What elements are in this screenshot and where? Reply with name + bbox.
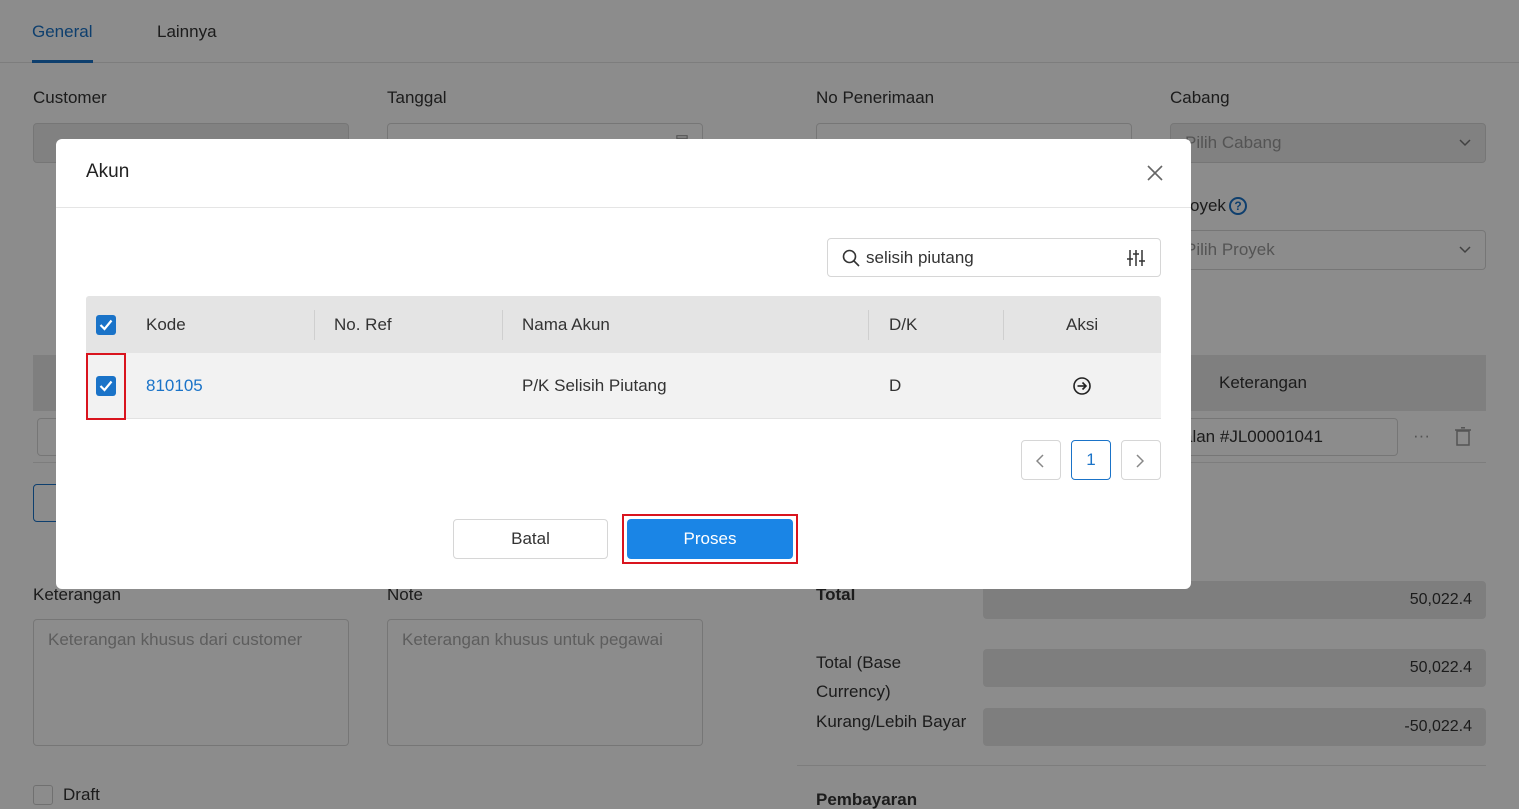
no-ref-column-header[interactable]: No. Ref	[334, 315, 392, 335]
check-icon	[99, 319, 113, 331]
column-separator	[314, 310, 315, 340]
select-all-checkbox[interactable]	[96, 315, 116, 335]
column-separator	[868, 310, 869, 340]
row-dk: D	[889, 376, 902, 395]
search-input[interactable]	[866, 246, 1116, 270]
pagination-page-button[interactable]: 1	[1071, 440, 1111, 480]
nama-akun-column-header[interactable]: Nama Akun	[522, 315, 610, 335]
chevron-right-icon	[1136, 454, 1144, 468]
row-checkbox-highlight	[86, 353, 126, 420]
akun-modal: Akun Kode No. Ref Nama Akun D/K Aksi 810…	[56, 139, 1191, 589]
kode-column-header[interactable]: Kode	[146, 315, 186, 335]
pagination-next-button[interactable]	[1121, 440, 1161, 480]
cancel-button[interactable]: Batal	[453, 519, 608, 559]
akun-table-header: Kode No. Ref Nama Akun D/K Aksi	[86, 296, 1161, 353]
filter-sliders-icon[interactable]	[1126, 248, 1146, 268]
modal-header: Akun	[56, 139, 1191, 208]
close-icon[interactable]	[1145, 163, 1165, 183]
row-kode-link[interactable]: 810105	[146, 376, 203, 396]
modal-title: Akun	[86, 161, 130, 182]
column-separator	[502, 310, 503, 340]
arrow-right-circle-icon[interactable]	[1072, 376, 1092, 396]
table-row[interactable]: 810105 P/K Selisih Piutang D	[86, 353, 1161, 419]
aksi-column-header: Aksi	[1066, 315, 1099, 334]
proses-button[interactable]: Proses	[627, 519, 793, 559]
column-separator	[1003, 310, 1004, 340]
dk-column-header[interactable]: D/K	[889, 315, 917, 335]
pagination-prev-button[interactable]	[1021, 440, 1061, 480]
row-nama-akun: P/K Selisih Piutang	[522, 376, 667, 395]
chevron-left-icon	[1036, 454, 1044, 468]
search-icon	[842, 249, 860, 267]
search-box	[827, 238, 1161, 277]
